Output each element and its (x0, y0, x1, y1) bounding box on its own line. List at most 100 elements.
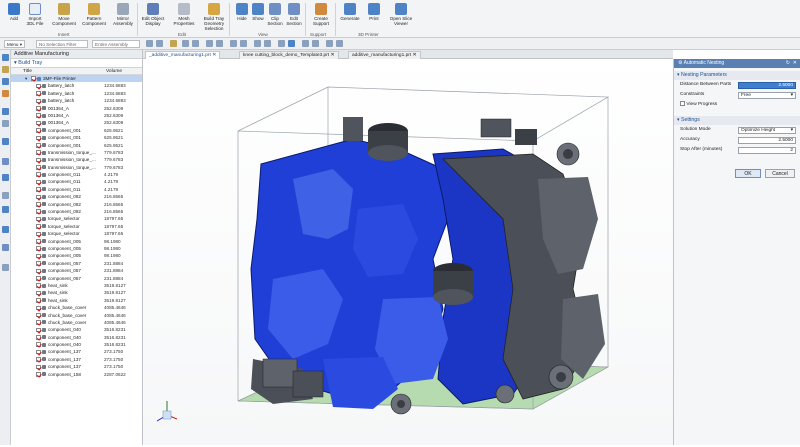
column-title[interactable]: Title (23, 68, 32, 75)
web-icon[interactable] (2, 138, 9, 145)
info-icon[interactable] (2, 206, 9, 213)
checkbox[interactable] (36, 275, 41, 281)
edit-object-display-button[interactable]: Edit Object Display (138, 2, 168, 34)
list-item[interactable]: torque_selector 18797.65 (11, 230, 142, 237)
selection-filter-dropdown[interactable]: No Selection Filter (36, 40, 88, 48)
snap-icon[interactable] (156, 40, 163, 47)
section-settings[interactable]: ▾ Settings (674, 116, 800, 125)
view-progress-row[interactable]: View Progress (674, 100, 800, 110)
mirror-assembly-button[interactable]: Mirror Assembly (110, 2, 136, 34)
mesh-properties-button[interactable]: Mesh Properties (170, 2, 198, 34)
checkbox[interactable] (36, 253, 41, 259)
checkbox[interactable] (36, 209, 41, 215)
cancel-button[interactable]: Cancel (765, 169, 795, 178)
body-icon[interactable] (216, 40, 223, 47)
point-icon[interactable] (182, 40, 189, 47)
checkbox[interactable] (36, 335, 41, 340)
ok-button[interactable]: OK (735, 169, 761, 178)
list-item[interactable]: component_005 98.1980 (11, 245, 142, 252)
list-item[interactable]: component_001 625.9521 (11, 127, 142, 134)
filter-icon[interactable] (170, 40, 177, 47)
collapse-icon[interactable]: ▾ (25, 75, 27, 82)
list-item[interactable]: component_005 98.1980 (11, 238, 142, 245)
checkbox[interactable] (36, 342, 41, 348)
list-item[interactable]: transmission_torque_... 779.6783 (11, 164, 142, 171)
list-item[interactable]: chuck_base_cover 4085.4646 (11, 319, 142, 326)
rotate-icon[interactable] (254, 40, 261, 47)
distance-between-parts-input[interactable]: 2.5000 (738, 81, 796, 89)
reset-icon[interactable]: ↻ (786, 59, 790, 68)
palette-icon[interactable] (2, 158, 9, 165)
scope-dropdown[interactable]: Entire Assembly (92, 40, 140, 48)
list-item[interactable]: component_082 216.8565 (11, 193, 142, 200)
build-tray-header[interactable]: ▾ Build Tray (11, 59, 142, 68)
import-3dl-button[interactable]: Import 3DL File (22, 2, 48, 34)
face-icon[interactable] (206, 40, 213, 47)
list-item[interactable]: torque_selector 18797.65 (11, 215, 142, 222)
checkbox[interactable] (31, 76, 36, 81)
roles-icon[interactable] (2, 120, 9, 127)
tab-additive-manufacturing[interactable]: additive_manufacturing1.prt ✕ (348, 51, 421, 59)
settings-icon[interactable] (2, 192, 9, 199)
list-item[interactable]: 001364_A 252.6309 (11, 105, 142, 112)
menu-button[interactable]: Menu ▾ (4, 40, 26, 48)
checkbox[interactable] (36, 202, 41, 207)
checkbox[interactable] (36, 150, 41, 155)
navigator-icon[interactable] (2, 54, 9, 61)
column-volume[interactable]: Volume (106, 68, 122, 75)
wireframe-icon[interactable] (302, 40, 309, 47)
history-icon[interactable] (2, 108, 9, 115)
open-slice-viewer-button[interactable]: Open Slice Viewer (386, 2, 416, 34)
list-item[interactable]: component_011 4.2179 (11, 171, 142, 178)
list-item[interactable]: component_158 2287.0622 (11, 371, 142, 378)
checkbox[interactable] (36, 327, 41, 333)
list-item[interactable]: chuck_base_cover 4085.4646 (11, 304, 142, 311)
list-item[interactable]: transmission_torque_... 779.6783 (11, 156, 142, 163)
checkbox[interactable] (36, 357, 41, 362)
list-item[interactable]: torque_selector 18797.65 (11, 223, 142, 230)
measure-icon[interactable] (336, 40, 343, 47)
shade-icon[interactable] (278, 40, 285, 47)
checkbox[interactable] (36, 91, 41, 96)
layer-icon[interactable] (326, 40, 333, 47)
assembly-icon[interactable] (2, 66, 9, 73)
render-icon[interactable] (288, 40, 295, 47)
solution-mode-dropdown[interactable]: Optimize Height ▾ (738, 126, 796, 134)
list-item[interactable]: heat_sink 3519.8127 (11, 282, 142, 289)
list-item[interactable]: battery_latch 1234.6883 (11, 82, 142, 89)
checkbox[interactable] (36, 320, 41, 325)
create-support-button[interactable]: Create Support (308, 2, 334, 34)
list-item[interactable]: chuck_base_cover 4085.4646 (11, 312, 142, 319)
check-icon[interactable] (2, 244, 9, 251)
checkbox[interactable] (36, 105, 41, 111)
list-item[interactable]: 001364_A 252.6309 (11, 112, 142, 119)
checkbox[interactable] (36, 290, 41, 296)
checkbox[interactable] (36, 98, 41, 104)
reuse-icon[interactable] (2, 174, 9, 181)
list-item[interactable]: component_040 3516.8231 (11, 341, 142, 348)
build-tray-geometry-button[interactable]: Build Tray Geometry Selection (200, 2, 228, 34)
section-icon[interactable] (312, 40, 319, 47)
tab-knee-cutting-block[interactable]: knee cutting_block_demo_Template3.prt ✕ (239, 51, 339, 59)
section-nesting-parameters[interactable]: ▾ Nesting Parameters (674, 71, 800, 80)
list-item[interactable]: component_082 216.8565 (11, 201, 142, 208)
list-item[interactable]: component_057 231.8884 (11, 267, 142, 274)
stop-after-input[interactable]: 2 (738, 146, 796, 154)
list-item[interactable]: heat_sink 3519.8127 (11, 297, 142, 304)
curve-icon[interactable] (192, 40, 199, 47)
pattern-component-button[interactable]: Pattern Component (80, 2, 108, 34)
checkbox[interactable] (36, 364, 41, 370)
print-button[interactable]: Print (362, 2, 386, 34)
list-item[interactable]: component_040 3516.8231 (11, 326, 142, 333)
library-icon[interactable] (2, 90, 9, 97)
list-item[interactable]: battery_latch 1234.6883 (11, 90, 142, 97)
list-item[interactable]: component_082 216.8565 (11, 208, 142, 215)
checkbox[interactable] (36, 216, 41, 222)
constraints-dropdown[interactable]: Free ▾ (738, 91, 796, 99)
checkbox[interactable] (36, 135, 41, 141)
clock-icon[interactable] (2, 226, 9, 233)
list-icon[interactable] (2, 264, 9, 271)
view-progress-checkbox[interactable] (680, 101, 685, 106)
list-item[interactable]: transmission_torque_... 779.6783 (11, 149, 142, 156)
tab-additive-manufacturing-active[interactable]: _additive_manufacturing1.prt ✕ (145, 51, 221, 59)
